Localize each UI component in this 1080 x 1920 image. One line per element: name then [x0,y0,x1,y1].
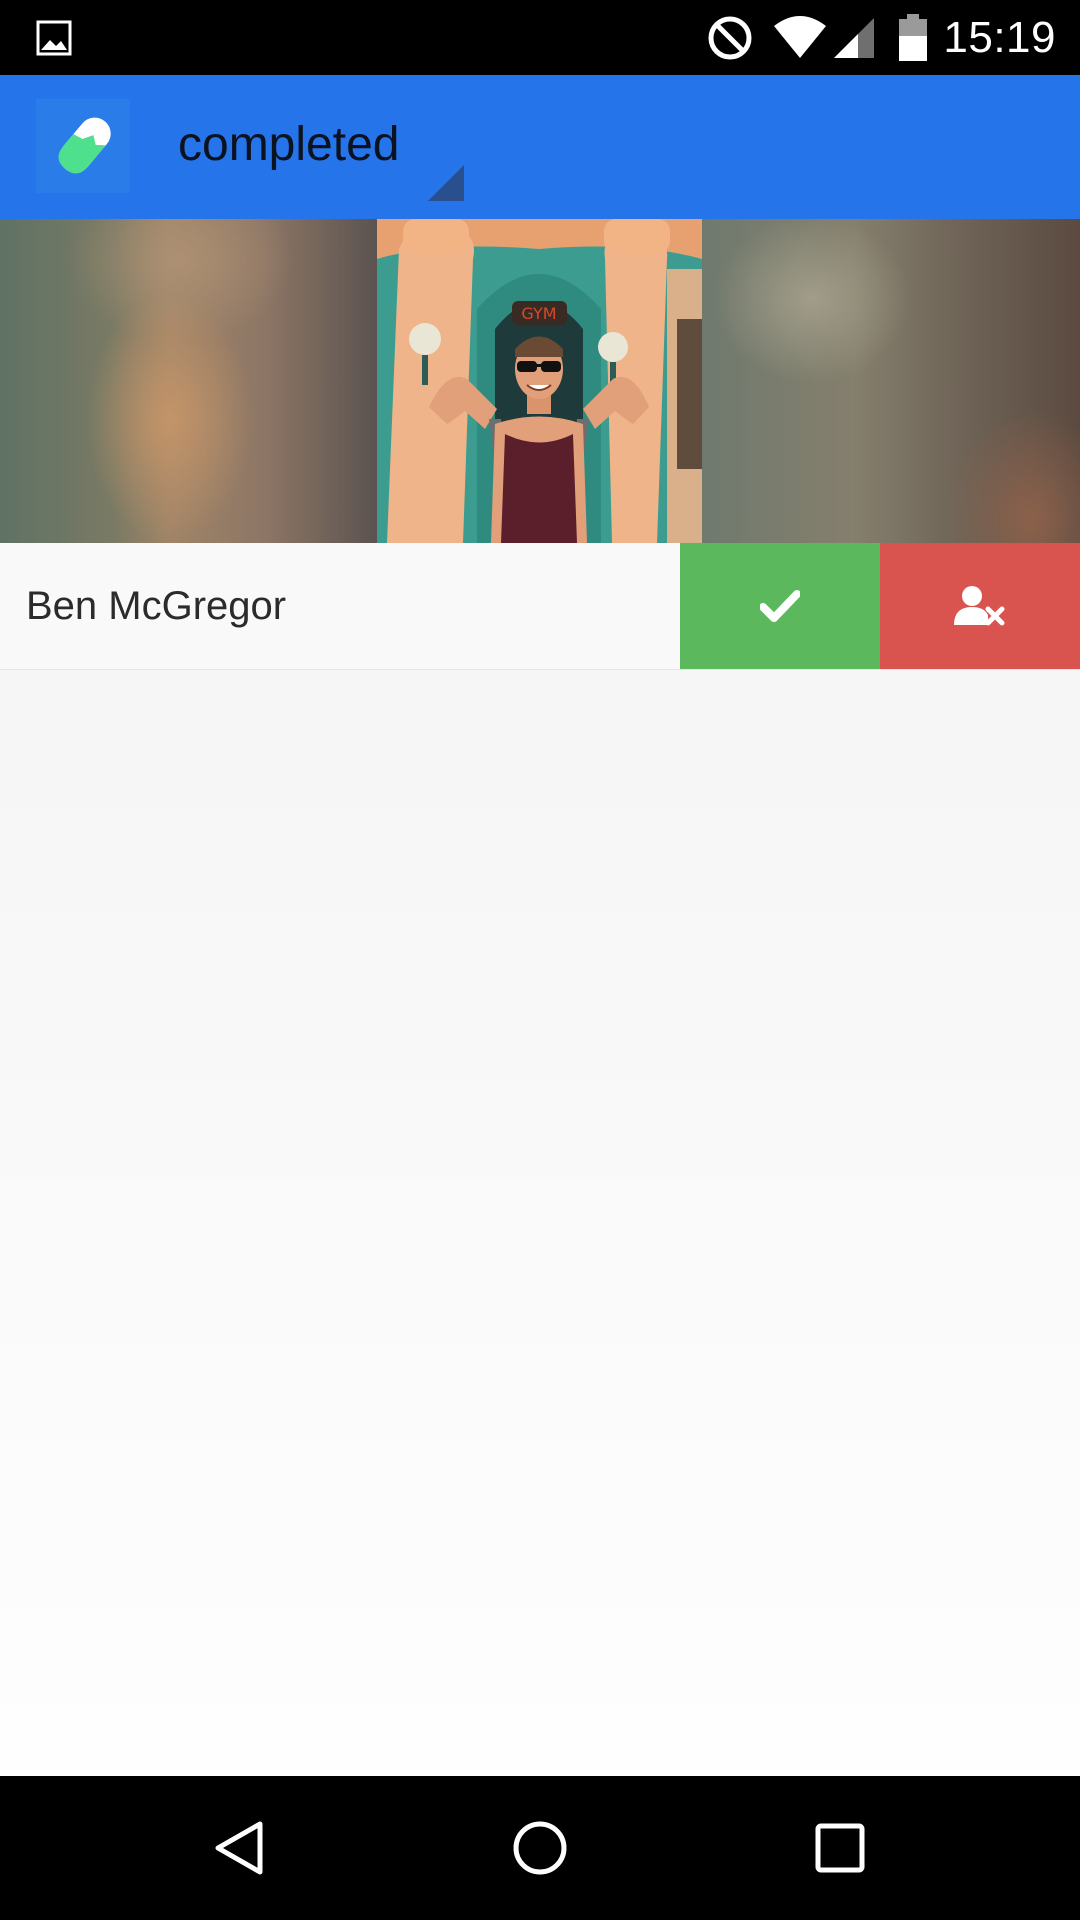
filter-spinner-label: completed [178,118,400,171]
app-logo [36,99,130,193]
filter-spinner[interactable]: completed [178,105,478,201]
check-icon [760,590,800,622]
app-bar: completed [0,75,1080,219]
accept-button[interactable] [680,543,880,669]
battery-icon [899,14,927,61]
profile-photo-strip: GYM [0,219,1080,543]
recents-icon [815,1823,865,1873]
home-icon [513,1821,567,1875]
cell-signal-icon [834,18,874,58]
recents-button[interactable] [800,1808,880,1888]
spinner-dropdown-icon [428,165,464,201]
status-bar: 15:19 [0,0,1080,75]
navigation-bar [0,1776,1080,1920]
home-button[interactable] [500,1808,580,1888]
svg-text:GYM: GYM [521,304,556,323]
image-notification-icon [36,20,72,56]
user-remove-icon [954,586,1005,626]
match-row: Ben McGregor [0,543,1080,670]
profile-photo: GYM [377,219,702,543]
screen: 15:19 completed GYM Ben McGregor [0,0,1080,1920]
wifi-icon [774,16,826,58]
user-name: Ben McGregor [26,584,287,628]
back-button[interactable] [200,1808,280,1888]
pill-logo-icon [58,117,111,174]
do-not-disturb-icon [708,16,752,60]
photo-blur-background-left [0,219,377,543]
reject-button[interactable] [880,543,1080,669]
clock: 15:19 [943,13,1056,62]
photo-blur-background-right [702,219,1080,543]
back-icon [215,1821,263,1875]
